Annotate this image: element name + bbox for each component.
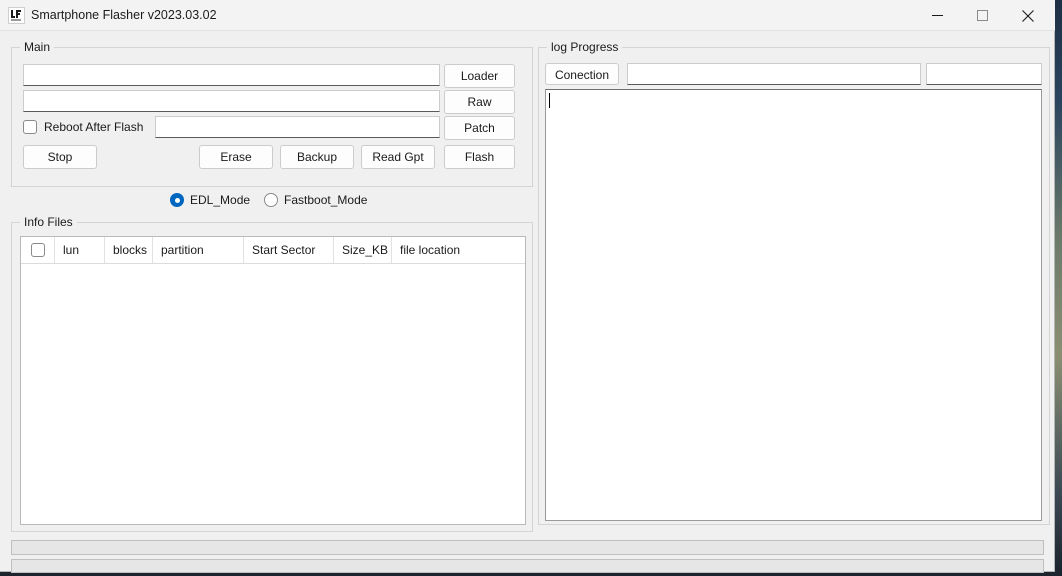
patch-button[interactable]: Patch [444, 116, 515, 140]
info-files-listview[interactable]: lun blocks partition Start Sector Size_K… [20, 236, 526, 525]
radio-edl-mode-label: EDL_Mode [190, 193, 250, 207]
erase-button[interactable]: Erase [199, 145, 273, 169]
close-button[interactable] [1005, 0, 1050, 31]
radio-indicator-selected [170, 193, 184, 207]
app-icon [8, 7, 25, 24]
radio-fastboot-mode[interactable]: Fastboot_Mode [264, 193, 367, 207]
column-header-size-kb[interactable]: Size_KB [334, 237, 392, 263]
minimize-button[interactable] [915, 0, 960, 31]
maximize-button[interactable] [960, 0, 1005, 31]
app-window: Smartphone Flasher v2023.03.02 Main Rebo… [0, 0, 1055, 572]
select-all-checkbox[interactable] [31, 243, 45, 257]
column-header-blocks[interactable]: blocks [105, 237, 153, 263]
progress-bar-primary [11, 540, 1044, 555]
log-output-textarea[interactable] [545, 89, 1042, 521]
column-header-lun[interactable]: lun [55, 237, 105, 263]
loader-button[interactable]: Loader [444, 64, 515, 88]
flash-button[interactable]: Flash [444, 145, 515, 169]
column-header-file-location[interactable]: file location [392, 237, 525, 263]
log-secondary-input[interactable] [926, 63, 1042, 85]
mode-radio-group: EDL_Mode Fastboot_Mode [170, 193, 367, 207]
stop-button[interactable]: Stop [23, 145, 97, 169]
reboot-after-flash-checkbox[interactable]: Reboot After Flash [23, 120, 143, 134]
log-status-input[interactable] [627, 63, 921, 85]
loader-path-input[interactable] [23, 64, 440, 86]
title-bar: Smartphone Flasher v2023.03.02 [0, 0, 1055, 31]
patch-path-input[interactable] [155, 116, 440, 138]
backup-button[interactable]: Backup [280, 145, 354, 169]
read-gpt-button[interactable]: Read Gpt [361, 145, 435, 169]
column-header-partition[interactable]: partition [153, 237, 244, 263]
column-header-select[interactable] [21, 237, 55, 263]
radio-fastboot-mode-label: Fastboot_Mode [284, 193, 367, 207]
column-header-start-sector[interactable]: Start Sector [244, 237, 334, 263]
log-progress-group-legend: log Progress [547, 40, 622, 54]
radio-indicator-unselected [264, 193, 278, 207]
reboot-after-flash-label: Reboot After Flash [44, 120, 143, 134]
raw-path-input[interactable] [23, 90, 440, 112]
progress-bar-secondary [11, 559, 1044, 573]
text-caret [549, 93, 550, 108]
raw-button[interactable]: Raw [444, 90, 515, 114]
main-group-legend: Main [20, 40, 54, 54]
info-files-header-row: lun blocks partition Start Sector Size_K… [21, 237, 525, 264]
radio-edl-mode[interactable]: EDL_Mode [170, 193, 250, 207]
checkbox-box [23, 120, 37, 134]
info-files-group-legend: Info Files [20, 215, 77, 229]
info-files-rows[interactable] [21, 264, 525, 525]
window-title: Smartphone Flasher v2023.03.02 [31, 7, 217, 23]
connection-button[interactable]: Conection [545, 63, 619, 85]
